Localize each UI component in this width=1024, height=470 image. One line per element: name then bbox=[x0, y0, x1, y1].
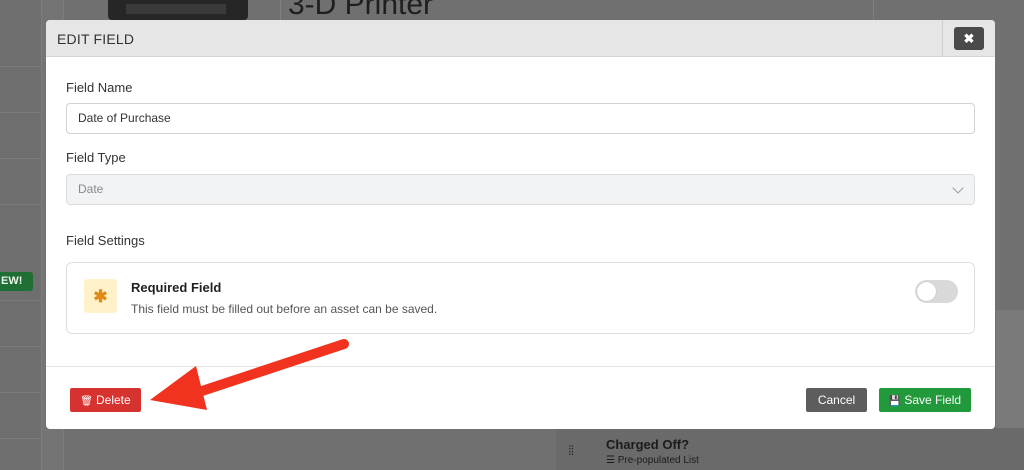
header-divider bbox=[942, 20, 943, 56]
delete-button-label: Delete bbox=[96, 393, 131, 407]
cancel-button[interactable]: Cancel bbox=[806, 388, 867, 412]
required-field-title: Required Field bbox=[131, 280, 222, 295]
field-type-value: Date bbox=[78, 182, 104, 196]
modal-title: EDIT FIELD bbox=[57, 31, 135, 47]
drag-handle-icon: ⁞⁞ bbox=[568, 443, 574, 458]
chevron-down-icon bbox=[952, 182, 964, 194]
field-type-select[interactable]: Date bbox=[66, 174, 975, 205]
required-field-toggle[interactable] bbox=[915, 280, 958, 303]
background-page-title: 3-D Printer bbox=[288, 0, 434, 21]
modal-header: EDIT FIELD ✖ bbox=[46, 20, 995, 57]
required-field-description: This field must be filled out before an … bbox=[131, 302, 438, 316]
required-field-setting: ✱ Required Field This field must be fill… bbox=[66, 262, 975, 334]
field-settings-label: Field Settings bbox=[66, 233, 145, 248]
close-button[interactable]: ✖ bbox=[954, 27, 984, 50]
list-icon: ☰ bbox=[606, 455, 615, 466]
new-badge: EW! bbox=[0, 272, 33, 291]
floppy-disk-icon: 💾 bbox=[888, 396, 902, 407]
printer-thumbnail bbox=[108, 0, 248, 20]
background-left-column bbox=[0, 0, 42, 470]
field-type-label: Field Type bbox=[66, 150, 126, 165]
footer-divider bbox=[46, 366, 995, 367]
save-field-button[interactable]: 💾 Save Field bbox=[879, 388, 971, 412]
save-field-button-label: Save Field bbox=[904, 393, 962, 407]
toggle-knob bbox=[917, 282, 936, 301]
delete-button[interactable]: 🗑 Delete bbox=[70, 388, 141, 412]
field-name-label: Field Name bbox=[66, 80, 133, 95]
background-card-subtitle-text: Pre-populated List bbox=[617, 455, 699, 466]
asterisk-icon: ✱ bbox=[84, 279, 117, 313]
trash-icon: 🗑 bbox=[80, 396, 93, 407]
background-card-title: Charged Off? bbox=[606, 437, 690, 452]
edit-field-modal: EDIT FIELD ✖ Field Name Date of Purchase… bbox=[46, 20, 995, 429]
background-card-subtitle: ☰ Pre-populated List bbox=[606, 455, 699, 466]
close-icon: ✖ bbox=[963, 31, 975, 46]
field-name-input[interactable]: Date of Purchase bbox=[66, 103, 975, 134]
